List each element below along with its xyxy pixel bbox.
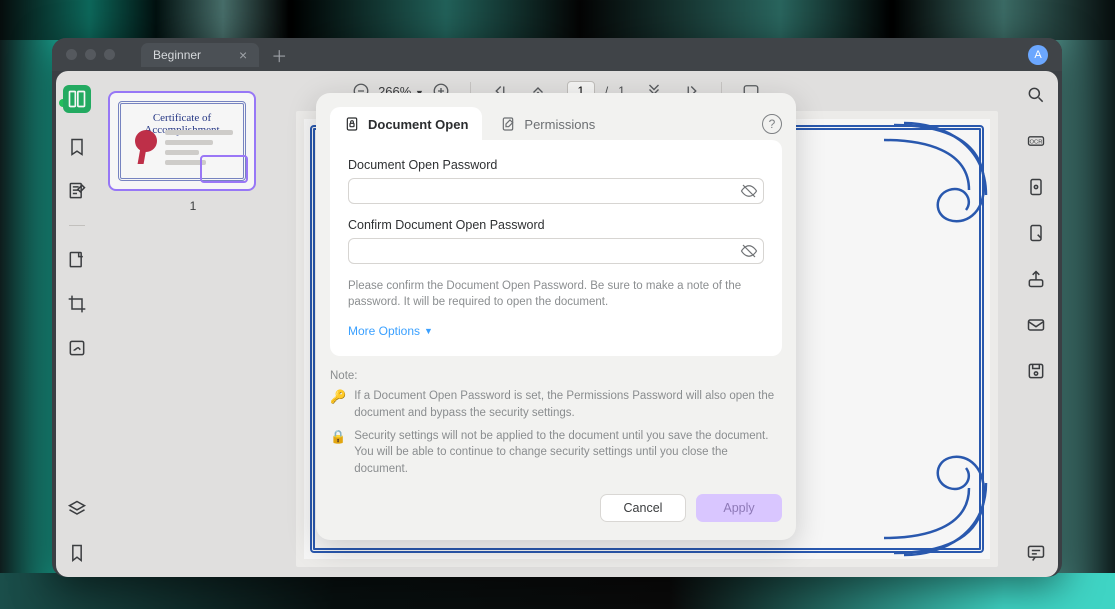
note-text-2: Security settings will not be applied to… <box>354 428 782 478</box>
traffic-close[interactable] <box>66 49 77 60</box>
show-password-icon[interactable] <box>740 242 758 260</box>
key-icon: 🔑 <box>330 388 346 421</box>
confirm-password-label: Confirm Document Open Password <box>348 218 764 232</box>
tab-close-icon[interactable]: × <box>239 48 247 62</box>
workspace: OCR 266% ▼ / 1 <box>56 71 1058 577</box>
document-tab[interactable]: Beginner × <box>141 43 259 67</box>
chevron-down-icon: ▼ <box>424 326 433 336</box>
new-tab-button[interactable]: ＋ <box>271 43 287 67</box>
avatar[interactable]: A <box>1028 45 1048 65</box>
show-password-icon[interactable] <box>740 182 758 200</box>
confirm-password-input[interactable] <box>348 238 764 264</box>
cancel-button[interactable]: Cancel <box>600 494 686 522</box>
traffic-max[interactable] <box>104 49 115 60</box>
tab-permissions[interactable]: Permissions <box>486 107 609 141</box>
app-window: Beginner × ＋ A OCR <box>52 38 1062 577</box>
security-dialog: Document Open Permissions ? Document Ope… <box>316 93 796 540</box>
apply-button[interactable]: Apply <box>696 494 782 522</box>
note-text-1: If a Document Open Password is set, the … <box>354 388 782 421</box>
avatar-letter: A <box>1034 49 1041 61</box>
lock-page-icon <box>344 116 360 132</box>
tab-document-open[interactable]: Document Open <box>330 107 482 141</box>
password-input[interactable] <box>348 178 764 204</box>
traffic-min[interactable] <box>85 49 96 60</box>
more-options-toggle[interactable]: More Options ▼ <box>348 324 764 338</box>
titlebar: Beginner × ＋ A <box>52 38 1062 71</box>
help-button[interactable]: ? <box>762 114 782 134</box>
tab-title: Beginner <box>153 48 201 62</box>
note-heading: Note: <box>330 370 782 382</box>
permissions-icon <box>500 116 516 132</box>
password-label: Document Open Password <box>348 158 764 172</box>
password-helper-text: Please confirm the Document Open Passwor… <box>348 278 764 310</box>
lock-icon: 🔒 <box>330 428 346 478</box>
